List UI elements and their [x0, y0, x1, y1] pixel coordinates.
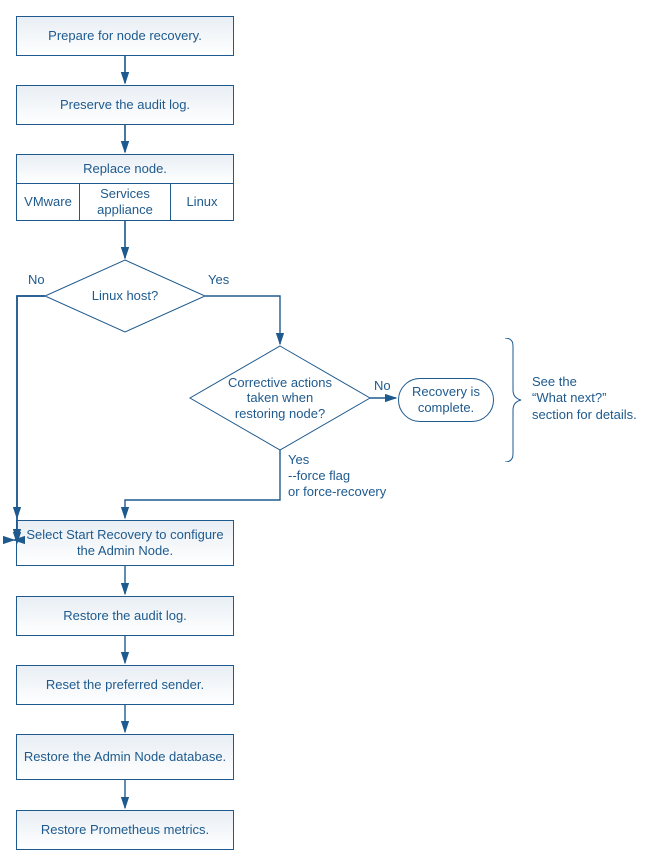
- step-preserve-label: Preserve the audit log.: [60, 97, 190, 113]
- linux-no-label: No: [28, 272, 45, 288]
- step-restore-prom-label: Restore Prometheus metrics.: [41, 822, 209, 838]
- force-flag-label: --force flag or force-recovery: [288, 468, 386, 501]
- step-replace-header: Replace node.: [16, 154, 234, 184]
- terminator-complete-label: Recovery is complete.: [407, 384, 485, 415]
- terminator-complete: Recovery is complete.: [398, 378, 494, 422]
- replace-opt-linux-label: Linux: [186, 194, 217, 210]
- corrective-yes-label: Yes: [288, 452, 309, 468]
- step-restore-db-label: Restore the Admin Node database.: [24, 749, 226, 765]
- step-prepare-label: Prepare for node recovery.: [48, 28, 202, 44]
- step-start-recovery: Select Start Recovery to configure the A…: [16, 520, 234, 566]
- decision-corrective-label: Corrective actions taken when restoring …: [220, 375, 340, 422]
- step-restore-audit: Restore the audit log.: [16, 596, 234, 636]
- note-label: See the “What next?” section for details…: [532, 374, 637, 423]
- step-prepare: Prepare for node recovery.: [16, 16, 234, 56]
- replace-opt-services: Services appliance: [79, 183, 171, 221]
- step-preserve: Preserve the audit log.: [16, 85, 234, 125]
- step-restore-prom: Restore Prometheus metrics.: [16, 810, 234, 850]
- replace-opt-services-label: Services appliance: [80, 186, 170, 217]
- decision-linux-host-label: Linux host?: [92, 288, 159, 304]
- step-restore-audit-label: Restore the audit log.: [63, 608, 187, 624]
- note-bracket-icon: [505, 338, 525, 462]
- replace-opt-linux: Linux: [170, 183, 234, 221]
- replace-opt-vmware-label: VMware: [24, 194, 72, 210]
- linux-yes-label: Yes: [208, 272, 229, 288]
- step-start-recovery-label: Select Start Recovery to configure the A…: [23, 527, 227, 560]
- step-reset-sender-label: Reset the preferred sender.: [46, 677, 204, 693]
- replace-opt-vmware: VMware: [16, 183, 80, 221]
- step-reset-sender: Reset the preferred sender.: [16, 665, 234, 705]
- step-restore-db: Restore the Admin Node database.: [16, 734, 234, 780]
- step-replace-header-label: Replace node.: [83, 161, 167, 177]
- corrective-no-label: No: [374, 378, 391, 394]
